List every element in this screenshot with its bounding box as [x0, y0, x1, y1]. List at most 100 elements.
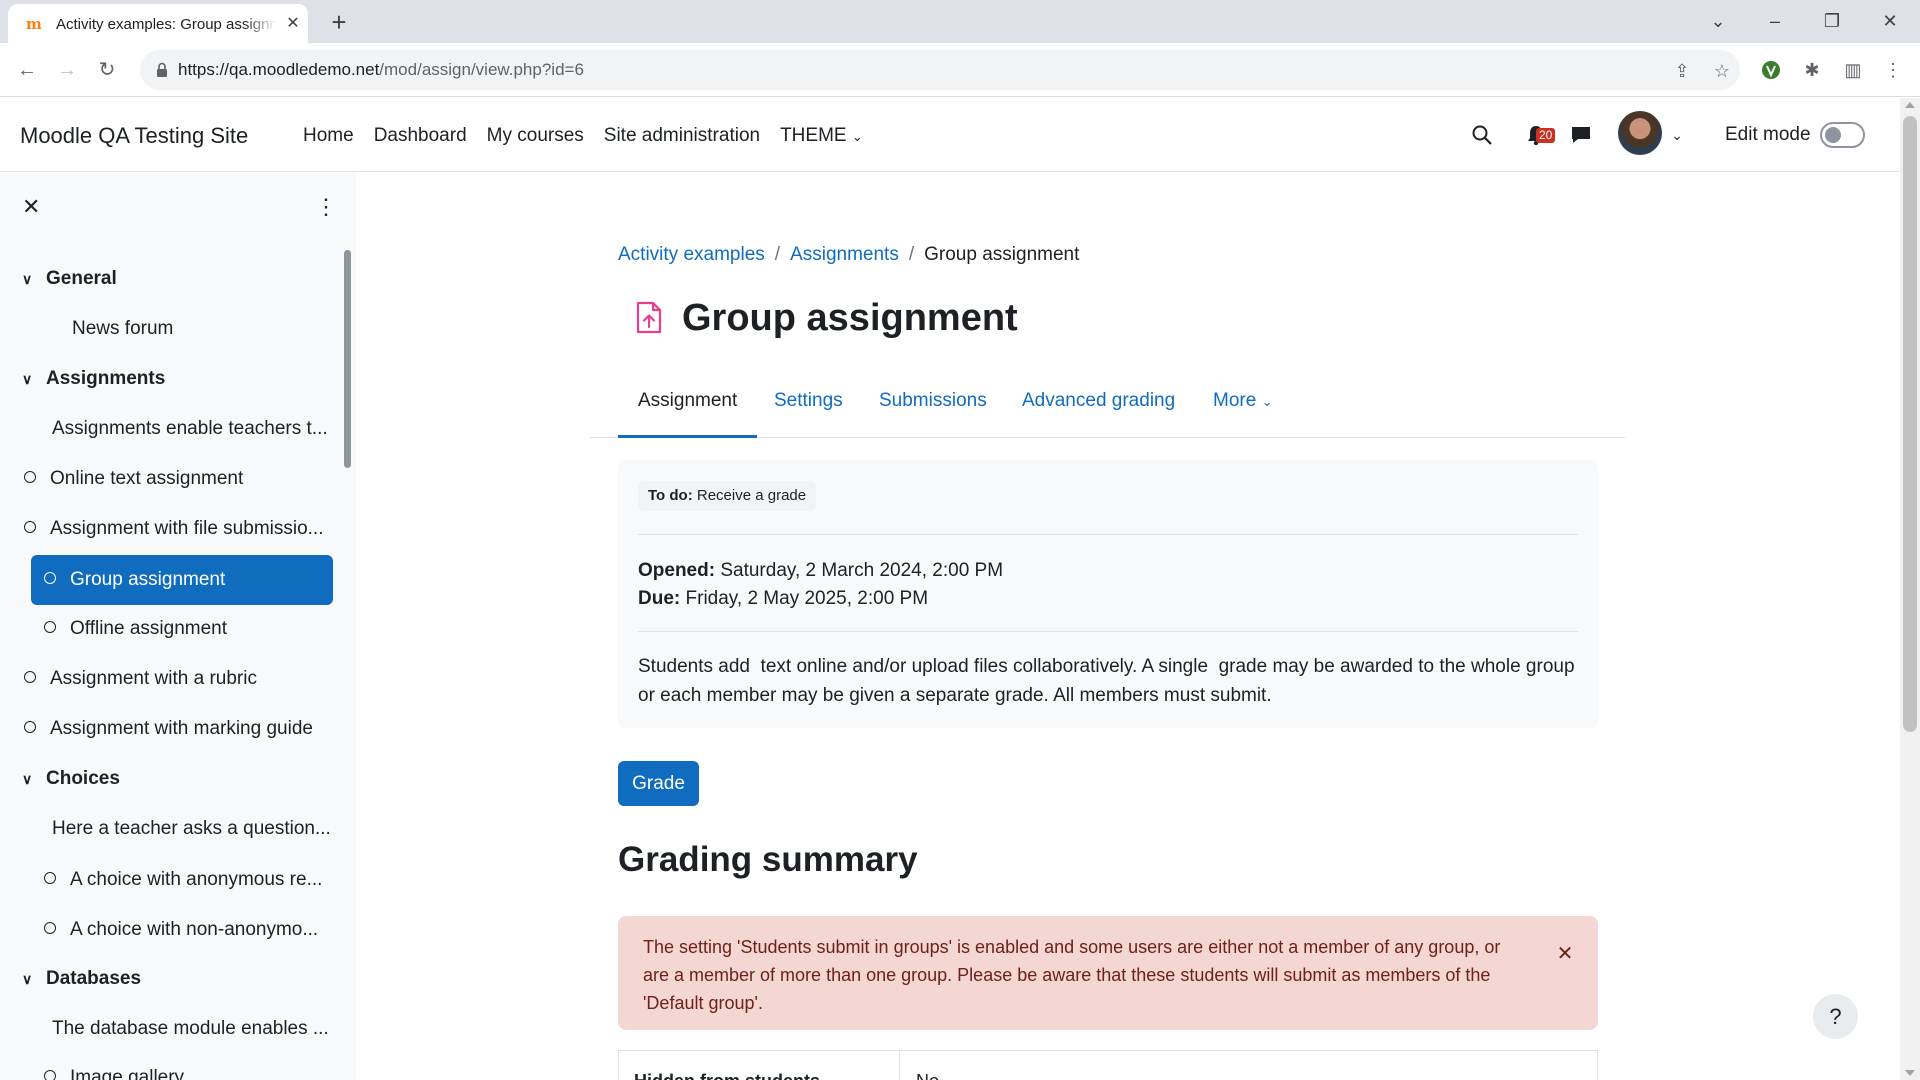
browser-tabbar: m Activity examples: Group assignment ✕ …	[0, 0, 1920, 43]
search-icon[interactable]	[1467, 120, 1497, 150]
course-index-item-active[interactable]: Group assignment	[31, 555, 333, 605]
edit-mode-toggle[interactable]	[1820, 122, 1865, 148]
share-icon[interactable]: ⇪	[1671, 60, 1693, 82]
course-index-item[interactable]: The database module enables ...	[52, 1004, 332, 1054]
table-cell-divider	[899, 1051, 900, 1080]
completion-circle-icon	[44, 571, 56, 584]
course-index-item[interactable]: A choice with anonymous re...	[44, 855, 334, 905]
due-label: Due:	[638, 588, 681, 609]
breadcrumb-link-activity-examples[interactable]: Activity examples	[618, 244, 765, 265]
todo-label: To do:	[648, 487, 693, 504]
completion-circle-icon	[44, 921, 56, 934]
course-index-item-label: Assignments	[46, 368, 166, 389]
help-button[interactable]: ?	[1813, 994, 1858, 1039]
course-index-item[interactable]: Assignment with file submissio...	[24, 504, 334, 554]
tab-settings[interactable]: Settings	[754, 378, 863, 438]
completion-circle-icon	[44, 620, 56, 633]
side-panel-icon[interactable]: ▥	[1838, 55, 1868, 85]
course-index-item[interactable]: News forum	[72, 304, 332, 354]
nav-home[interactable]: Home	[303, 124, 354, 149]
alert-message: The setting 'Students submit in groups' …	[643, 937, 1501, 1013]
breadcrumb-separator: /	[908, 244, 915, 265]
opened-date: Opened: Saturday, 2 March 2024, 2:00 PM	[638, 557, 1003, 585]
bookmark-star-icon[interactable]: ☆	[1711, 60, 1733, 82]
course-index-drawer: ✕ ⋮ ∨ General News forum ∨ Assignments Ass…	[0, 173, 356, 1080]
nav-site-administration[interactable]: Site administration	[604, 124, 760, 149]
course-index-item-label: Assignment with file submissio...	[50, 518, 324, 539]
completion-circle-icon	[24, 670, 36, 683]
summary-row-value: No	[916, 1069, 939, 1080]
nav-theme[interactable]: THEME ⌄	[780, 124, 863, 149]
browser-menu-icon[interactable]: ⋮	[1878, 55, 1908, 85]
course-index-item-label: The database module enables ...	[52, 1018, 329, 1039]
grade-button[interactable]: Grade	[618, 761, 699, 806]
tab-search-icon[interactable]: ⌄	[1698, 6, 1738, 36]
edit-mode-label: Edit mode	[1725, 124, 1811, 145]
tab-more[interactable]: More ⌄	[1193, 378, 1292, 438]
course-index-section-databases[interactable]: ∨ Databases	[22, 954, 332, 1004]
course-index-item[interactable]: Assignment with marking guide	[24, 704, 334, 754]
course-index-options-icon[interactable]: ⋮	[315, 195, 337, 219]
course-index-section-general[interactable]: ∨ General	[22, 254, 332, 304]
course-index-item-label: Here a teacher asks a question...	[52, 818, 331, 839]
browser-toolbar: ← → ↻ https://qa.moodledemo.net/mod/assi…	[0, 43, 1920, 97]
messages-icon[interactable]	[1566, 120, 1596, 150]
url-host: https://qa.moodledemo.net	[178, 60, 380, 79]
user-avatar[interactable]	[1618, 111, 1662, 155]
tab-assignment[interactable]: Assignment	[618, 378, 758, 438]
course-index-item[interactable]: Assignments enable teachers t...	[52, 404, 332, 454]
reload-icon[interactable]: ↻	[92, 55, 122, 85]
minimize-button[interactable]: –	[1755, 6, 1795, 36]
course-index-section-assignments[interactable]: ∨ Assignments	[22, 354, 332, 404]
tab-advanced-grading[interactable]: Advanced grading	[1002, 378, 1195, 438]
course-index-item-label: Databases	[46, 968, 142, 989]
scroll-down-arrow-icon[interactable]	[1905, 1070, 1915, 1076]
primary-navigation: Home Dashboard My courses Site administr…	[303, 124, 883, 149]
site-header: Moodle QA Testing Site Home Dashboard My…	[0, 98, 1900, 172]
course-index-item-label: Assignment with a rubric	[50, 668, 257, 689]
activity-description: Students add text online and/or upload f…	[638, 656, 1580, 706]
browser-tab[interactable]: m Activity examples: Group assignment ✕	[8, 4, 308, 43]
course-index-section-choices[interactable]: ∨ Choices	[22, 754, 332, 804]
notification-count-badge: 20	[1536, 128, 1556, 143]
maximize-button[interactable]: ❐	[1812, 6, 1852, 36]
lock-icon	[157, 62, 167, 77]
scroll-up-arrow-icon[interactable]	[1905, 102, 1915, 108]
course-index-scrollbar[interactable]	[344, 250, 351, 468]
completion-circle-icon	[44, 871, 56, 884]
breadcrumb-link-assignments[interactable]: Assignments	[790, 244, 899, 265]
nav-dashboard[interactable]: Dashboard	[374, 124, 467, 149]
scrollbar-thumb[interactable]	[1903, 116, 1917, 732]
back-icon[interactable]: ←	[12, 55, 42, 85]
window-close-button[interactable]: ✕	[1870, 6, 1910, 36]
extensions-puzzle-icon[interactable]: ✱	[1797, 55, 1827, 85]
address-bar[interactable]: https://qa.moodledemo.net/mod/assign/vie…	[140, 50, 1740, 90]
course-index-item-label: News forum	[72, 318, 174, 339]
course-index-item[interactable]: A choice with non-anonymo...	[44, 905, 334, 955]
tab-title: Activity examples: Group assignment	[56, 16, 276, 33]
course-index-item-label: General	[46, 268, 117, 289]
chevron-down-icon: ⌄	[1261, 394, 1273, 409]
page-scrollbar[interactable]	[1900, 98, 1920, 1080]
alert-close-icon[interactable]: ✕	[1553, 942, 1577, 966]
chevron-down-icon: ∨	[22, 771, 33, 787]
divider	[638, 534, 1578, 535]
nav-my-courses[interactable]: My courses	[487, 124, 584, 149]
course-index-item[interactable]: Assignment with a rubric	[24, 654, 334, 704]
extension-shield-icon[interactable]	[1756, 55, 1786, 85]
breadcrumb: Activity examples / Assignments / Group assi…	[618, 243, 1079, 267]
course-index-item[interactable]: Offline assignment	[44, 604, 334, 654]
activity-header: To do: Receive a grade Opened: Saturday,…	[618, 460, 1598, 728]
completion-circle-icon	[24, 520, 36, 533]
close-course-index-icon[interactable]: ✕	[22, 195, 40, 219]
course-index-item[interactable]: Here a teacher asks a question...	[52, 804, 332, 854]
tab-close-icon[interactable]: ✕	[284, 15, 302, 33]
new-tab-button[interactable]: +	[325, 8, 353, 36]
course-index-item[interactable]: Online text assignment	[24, 454, 334, 504]
course-index-item[interactable]: Image gallery	[44, 1053, 334, 1080]
user-menu-chevron-icon[interactable]: ⌄	[1662, 120, 1692, 150]
forward-icon[interactable]: →	[52, 55, 82, 85]
tab-submissions[interactable]: Submissions	[859, 378, 1007, 438]
site-name[interactable]: Moodle QA Testing Site	[20, 122, 248, 150]
due-value: Friday, 2 May 2025, 2:00 PM	[685, 588, 929, 609]
